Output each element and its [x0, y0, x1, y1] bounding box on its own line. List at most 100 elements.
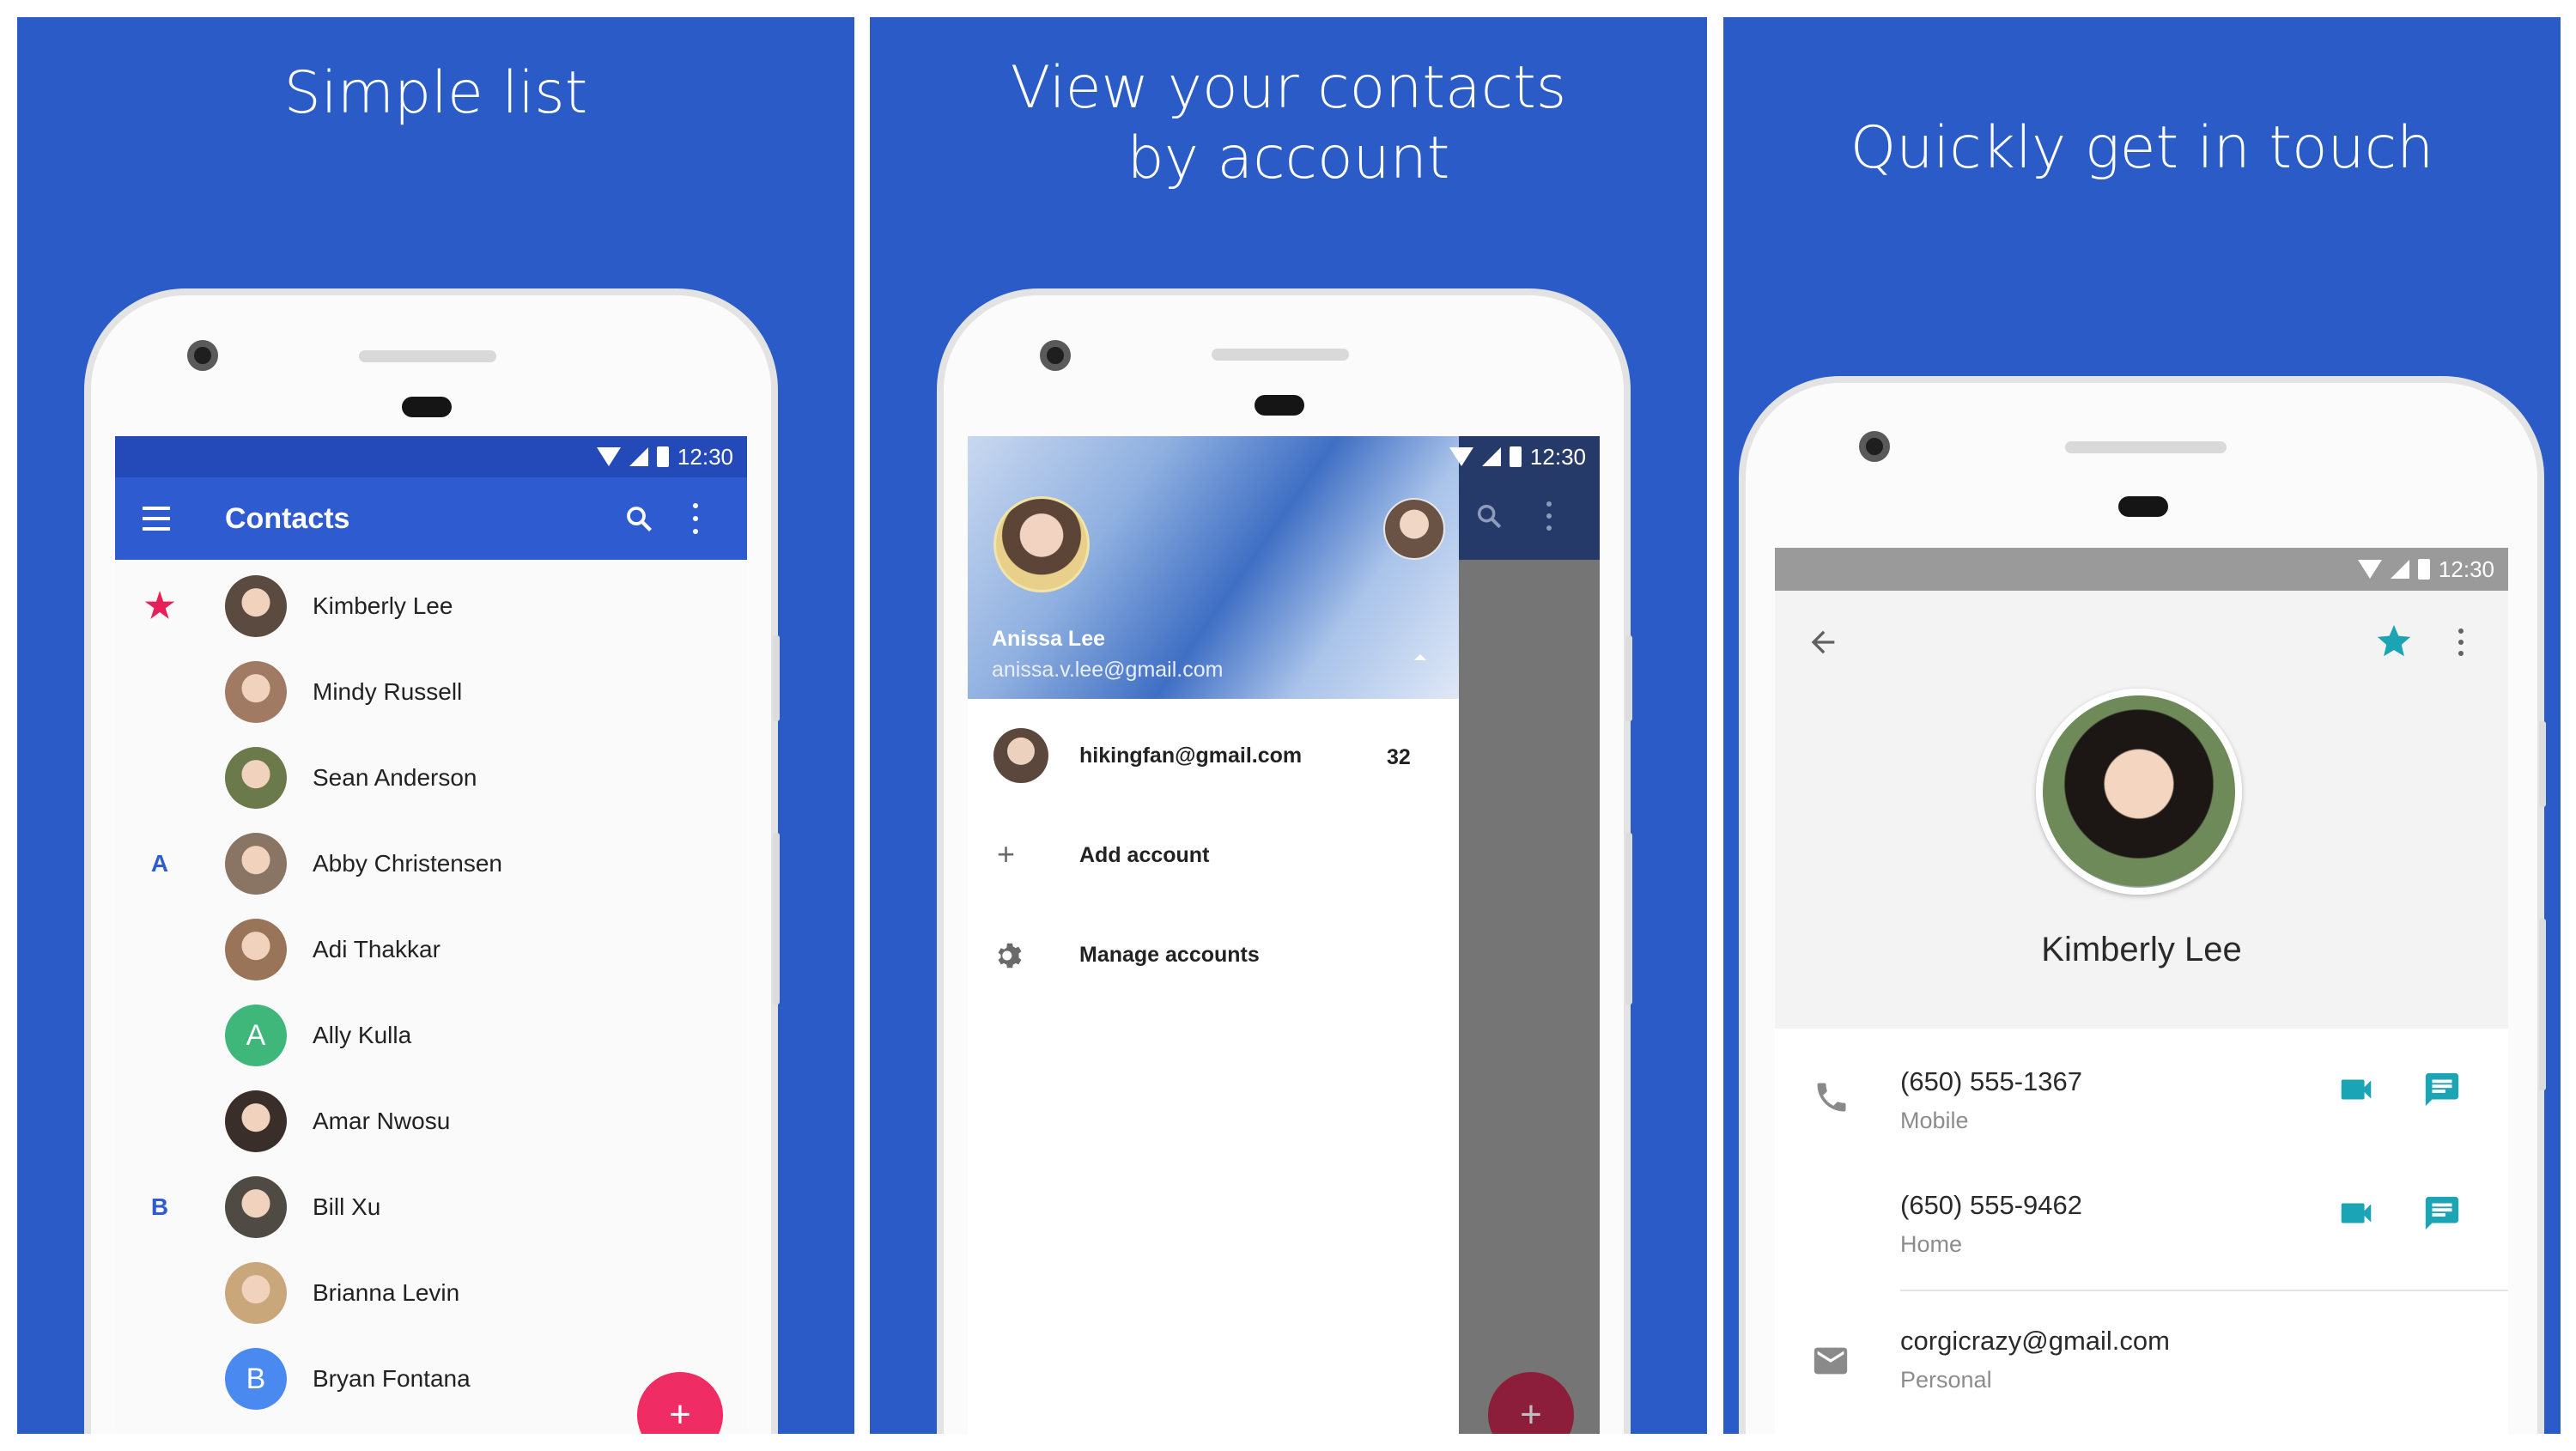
- more-vert-icon[interactable]: [2458, 628, 2464, 656]
- message-icon[interactable]: [2422, 1070, 2462, 1109]
- caption: Simple list: [283, 59, 588, 127]
- gear-icon: [998, 943, 1022, 968]
- contact-photo: [2036, 689, 2242, 895]
- wifi-icon: [1449, 447, 1473, 466]
- contact-avatar: B: [225, 1348, 287, 1410]
- phone-type: Mobile: [1900, 1108, 1969, 1133]
- contact-row[interactable]: Mindy Russell: [115, 649, 747, 735]
- account-row[interactable]: hikingfan@gmail.com 32: [968, 711, 1459, 797]
- contact-name: Brianna Levin: [313, 1279, 460, 1306]
- status-time: 12:30: [1529, 443, 1586, 470]
- avatar-initial: A: [246, 1018, 266, 1052]
- expand-accounts-icon[interactable]: [1414, 654, 1426, 660]
- account-avatar-small: [993, 728, 1048, 783]
- contact-name: Adi Thakkar: [313, 936, 440, 962]
- contact-row[interactable]: Adi Thakkar: [115, 907, 747, 993]
- front-camera: [1040, 340, 1071, 371]
- more-vert-icon: [1546, 501, 1552, 531]
- email-address[interactable]: corgicrazy@gmail.com: [1900, 1326, 2170, 1357]
- side-button: [773, 635, 780, 721]
- video-call-icon[interactable]: [2336, 1070, 2376, 1109]
- side-button: [2539, 721, 2546, 807]
- manage-accounts-label: Manage accounts: [1079, 943, 1260, 967]
- navigation-drawer: Anissa Lee anissa.v.lee@gmail.com hiking…: [968, 436, 1459, 1434]
- sensor: [402, 397, 452, 417]
- phone-icon: [1817, 1083, 1846, 1112]
- screen: 12:30 + Anissa Lee anissa.v.lee@gmail.co…: [968, 436, 1600, 1434]
- other-account-avatar[interactable]: [1383, 498, 1445, 560]
- phone-number[interactable]: (650) 555-1367: [1900, 1066, 2082, 1097]
- sensor: [2118, 496, 2168, 517]
- contact-name: Amar Nwosu: [313, 1108, 451, 1134]
- account-count: 32: [1387, 745, 1411, 769]
- video-call-icon[interactable]: [2336, 1193, 2376, 1233]
- screen: 12:30 Contacts ★ Kimberly Lee Mindy Russel…: [115, 436, 747, 1434]
- side-button: [1625, 635, 1632, 721]
- earpiece: [359, 350, 496, 362]
- status-bar: 12:30: [1775, 548, 2508, 591]
- account-email: anissa.v.lee@gmail.com: [992, 658, 1224, 682]
- signal-icon: [629, 447, 648, 466]
- caption: Quickly get in touch: [1850, 114, 2434, 182]
- search-icon: [1477, 504, 1502, 529]
- email-type: Personal: [1900, 1367, 1992, 1393]
- contact-name: Abby Christensen: [313, 850, 503, 877]
- phone-frame: 12:30 Kimberly Lee (650) 555-1367 Mobile…: [1739, 376, 2544, 1434]
- caption-line-1: View your contacts: [1010, 54, 1567, 122]
- add-contact-fab-dimmed: +: [1488, 1372, 1574, 1434]
- star-icon[interactable]: [2374, 622, 2414, 661]
- app-title: Contacts: [225, 501, 350, 535]
- contact-row[interactable]: Brianna Levin: [115, 1250, 747, 1336]
- status-time: 12:30: [2438, 556, 2494, 582]
- panel-accounts: View your contacts by account 12:30 + An…: [870, 17, 1707, 1434]
- back-arrow-icon[interactable]: [1806, 625, 1840, 659]
- contact-name: Mindy Russell: [313, 678, 463, 705]
- account-email-label: hikingfan@gmail.com: [1079, 744, 1303, 768]
- panel-simple-list: Simple list 12:30 Contacts ★ Kimberly Le…: [17, 17, 854, 1434]
- panel-get-in-touch: Quickly get in touch 12:30 Kimberly Lee …: [1723, 17, 2561, 1434]
- battery-icon: [1509, 446, 1522, 467]
- add-icon: +: [997, 836, 1016, 871]
- contact-header: Kimberly Lee: [1775, 591, 2508, 1029]
- manage-accounts-row[interactable]: Manage accounts: [968, 910, 1459, 996]
- more-vert-icon[interactable]: [692, 503, 699, 534]
- contact-row[interactable]: A Ally Kulla: [115, 993, 747, 1078]
- section-letter: B: [150, 1193, 169, 1220]
- email-icon: [1814, 1347, 1848, 1375]
- account-avatar[interactable]: [993, 496, 1090, 592]
- avatar-initial: B: [246, 1362, 266, 1395]
- contact-row[interactable]: B Bill Xu: [115, 1164, 747, 1250]
- contact-name: Bill Xu: [313, 1193, 381, 1220]
- front-camera: [1859, 431, 1890, 462]
- app-bar: Contacts: [115, 477, 747, 560]
- status-bar: 12:30: [968, 436, 1600, 477]
- contact-name: Ally Kulla: [313, 1022, 412, 1048]
- menu-icon[interactable]: [143, 507, 170, 531]
- status-bar: 12:30: [115, 436, 747, 477]
- account-name: Anissa Lee: [992, 627, 1106, 651]
- favorite-star-icon: ★: [144, 587, 175, 625]
- contact-name: Kimberly Lee: [313, 592, 453, 619]
- front-camera: [187, 340, 218, 371]
- contact-name: Kimberly Lee: [2041, 931, 2242, 968]
- section-letter: A: [150, 850, 169, 877]
- side-button: [2539, 919, 2546, 1090]
- search-icon[interactable]: [623, 503, 654, 534]
- status-time: 12:30: [677, 443, 733, 470]
- contact-row[interactable]: Sean Anderson: [115, 735, 747, 821]
- contact-avatar: [225, 1090, 287, 1152]
- earpiece: [2065, 441, 2227, 453]
- side-button: [1625, 833, 1632, 1005]
- message-icon[interactable]: [2422, 1193, 2462, 1233]
- wifi-icon: [596, 447, 621, 466]
- contact-avatar: [225, 1262, 287, 1324]
- contact-row[interactable]: ★ Kimberly Lee: [115, 563, 747, 649]
- contact-row[interactable]: Amar Nwosu: [115, 1078, 747, 1164]
- add-account-row[interactable]: + Add account: [968, 810, 1459, 896]
- caption: View your contacts by account: [870, 53, 1707, 194]
- contact-row[interactable]: A Abby Christensen: [115, 821, 747, 907]
- side-button: [773, 833, 780, 1005]
- battery-icon: [656, 446, 669, 467]
- contact-avatar: [225, 1176, 287, 1238]
- phone-number[interactable]: (650) 555-9462: [1900, 1190, 2082, 1221]
